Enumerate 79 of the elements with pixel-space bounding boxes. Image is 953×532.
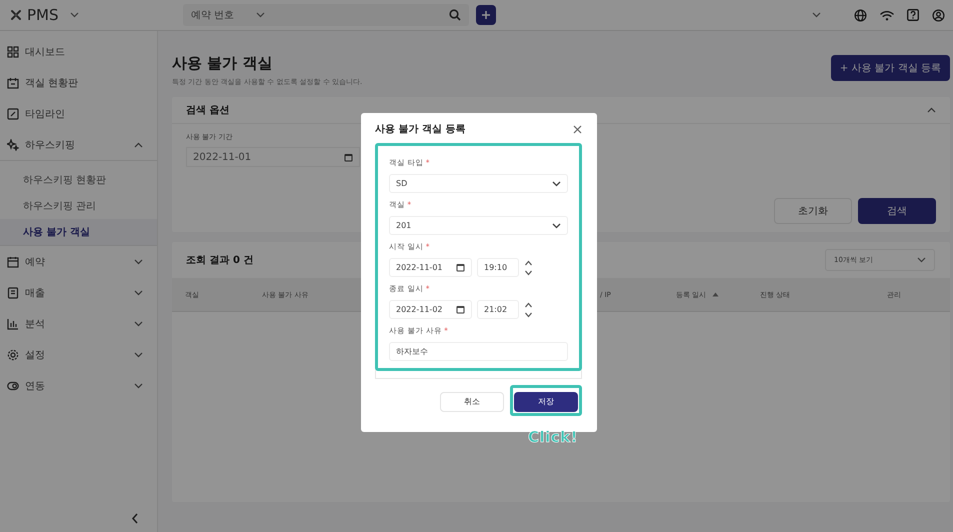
select-field[interactable]: SD [389,174,568,193]
nav-label: 분석 [25,318,46,330]
chevron-down-icon[interactable] [134,382,143,388]
section-title: 검색 옵션 [186,104,230,117]
sort-up-icon[interactable] [712,292,720,297]
stepper-icon[interactable] [524,300,533,318]
nav-item[interactable]: 하우스키핑 [0,129,157,160]
grid-icon [7,46,19,58]
nav-label: 객실 현황판 [25,76,80,90]
nav-item[interactable]: 객실 현황판 [0,67,157,98]
chevron-down-icon[interactable] [812,12,821,18]
nav-item[interactable]: 분석 [0,308,157,339]
modal-title: 사용 불가 객실 등록 [375,123,466,136]
chevron-down-icon [552,180,561,186]
page-title: 사용 불가 객실 [172,54,274,73]
date-field[interactable]: 2022-11-01 [389,258,472,277]
logo-icon [10,9,22,21]
input-field[interactable]: 하자보수 [389,342,568,361]
chevron-down-icon[interactable] [134,352,143,358]
cancel-button[interactable]: 취소 [440,392,504,412]
nav-label: 매출 [25,286,46,300]
date-field[interactable]: 2022-11-02 [389,300,472,319]
chevron-down-icon[interactable] [134,320,143,326]
stepper-icon[interactable] [524,258,533,276]
search-button[interactable]: 검색 [858,198,936,224]
nav-item[interactable]: 연동 [0,370,157,401]
nav-item[interactable]: 예약 [0,246,157,277]
chevron-down-icon [917,257,926,263]
bar-chart-icon [7,318,19,330]
calendar-icon [456,263,465,272]
chevron-up-icon[interactable] [134,142,143,148]
chevron-down-icon[interactable] [70,12,79,18]
results-count: 조회 결과 0 건 [186,254,254,267]
wifi-icon[interactable] [880,10,894,20]
app-name: PMS [27,6,59,24]
search-category[interactable]: 예약 번호 [191,8,234,22]
date-field[interactable]: 2022-11-01 [186,147,360,167]
gear-icon [7,348,19,360]
nav-label: 설정 [25,348,46,362]
nav-label: 대시보드 [25,46,66,58]
sparkle-icon [7,138,19,150]
nav-subitem[interactable]: 하우스키핑 관리 [0,193,157,219]
add-button[interactable]: + 사용 불가 객실 등록 [830,55,950,81]
globe-icon[interactable] [854,8,867,22]
time-field[interactable]: 19:10 [477,258,519,277]
user-icon[interactable] [932,8,945,22]
nav-label: 하우스키핑 [25,138,76,152]
nav-item[interactable]: 타임라인 [0,98,157,129]
add-icon[interactable] [476,5,496,25]
edit-icon [7,108,19,120]
chevron-up-icon[interactable] [927,107,936,113]
click-annotation: Click! [528,428,578,446]
chevron-down-icon[interactable] [134,258,143,264]
nav-item[interactable]: 설정 [0,339,157,370]
calendar-icon [456,305,465,314]
toggle-icon [7,380,19,392]
save-button[interactable]: 저장 [514,392,578,412]
reset-button[interactable]: 초기화 [774,198,852,224]
nav-subitem[interactable]: 사용 불가 객실 [0,219,157,245]
calendar-icon [344,152,353,162]
chevron-down-icon[interactable] [256,12,266,18]
nav-label: 예약 [25,256,46,268]
receipt-icon [7,286,19,298]
nav-item[interactable]: 매출 [0,277,157,308]
nav-label: 타임라인 [25,108,66,120]
nav-item[interactable]: 대시보드 [0,36,157,67]
search-icon[interactable] [449,9,461,21]
board-icon [7,76,19,88]
search-bar[interactable]: 예약 번호 [183,4,469,26]
chevron-left-icon[interactable] [131,513,139,524]
chevron-down-icon [552,222,561,228]
nav-subitem[interactable]: 하우스키핑 현황판 [0,167,157,193]
calendar-icon [7,256,19,268]
help-icon[interactable] [907,9,919,21]
select-field[interactable]: 201 [389,216,568,235]
chevron-down-icon[interactable] [134,290,143,296]
nav-label: 연동 [25,380,46,392]
time-field[interactable]: 21:02 [477,300,519,319]
close-icon[interactable] [573,124,582,134]
